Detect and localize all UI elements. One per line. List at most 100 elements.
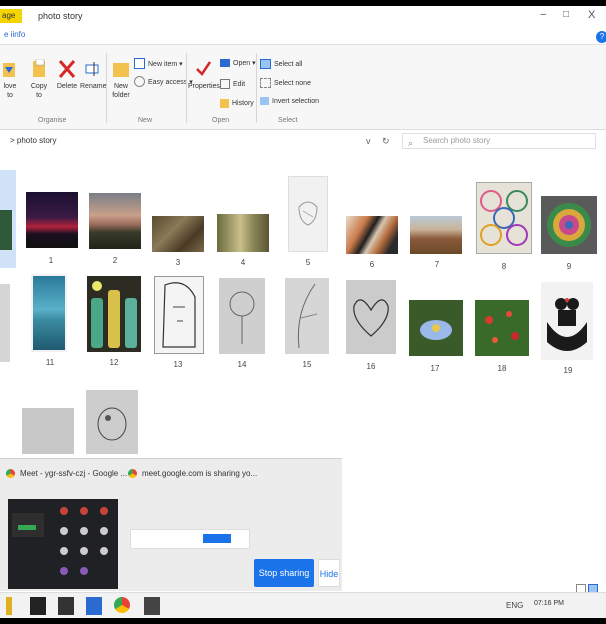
language-indicator[interactable]: ENG bbox=[506, 601, 523, 610]
separator bbox=[186, 53, 187, 123]
chrome-icon bbox=[6, 469, 15, 478]
chrome-icon[interactable] bbox=[114, 597, 130, 613]
ribbon-tabs: e iinfo ? bbox=[0, 28, 606, 44]
address-bar: > photo story v ↻ ⌕ Search photo story bbox=[0, 130, 606, 152]
close-button[interactable]: X bbox=[588, 9, 595, 21]
invert-selection-icon bbox=[260, 97, 269, 105]
search-icon: ⌕ bbox=[408, 138, 414, 148]
move-to-icon bbox=[3, 63, 15, 77]
chrome-icon bbox=[128, 469, 137, 478]
file-thumbnail[interactable] bbox=[31, 274, 67, 352]
rename-button[interactable]: Rename bbox=[80, 59, 107, 91]
new-group-label: New bbox=[138, 117, 153, 124]
easy-access-icon bbox=[134, 76, 145, 87]
select-all-button[interactable]: Select all bbox=[260, 59, 302, 69]
delete-icon bbox=[58, 60, 76, 78]
hide-button[interactable]: Hide bbox=[318, 559, 340, 587]
file-thumbnail[interactable] bbox=[87, 276, 141, 352]
app-l-icon[interactable] bbox=[86, 597, 102, 615]
organise-group-label: Organise bbox=[38, 117, 67, 124]
sketch-image bbox=[298, 201, 318, 226]
clock[interactable]: 07:16 PM bbox=[534, 600, 564, 607]
start-icon[interactable] bbox=[6, 597, 12, 615]
minimize-button[interactable]: − bbox=[540, 9, 546, 21]
file-name: 18 bbox=[497, 364, 507, 373]
select-none-button[interactable]: Select none bbox=[260, 78, 311, 88]
search-input[interactable]: ⌕ Search photo story bbox=[402, 133, 596, 149]
file-thumbnail-partial[interactable] bbox=[0, 284, 10, 362]
file-thumbnail[interactable] bbox=[409, 300, 463, 356]
maximize-button[interactable]: □ bbox=[563, 9, 569, 20]
file-name: 3 bbox=[175, 258, 181, 267]
file-thumbnail[interactable] bbox=[152, 216, 204, 252]
file-name: 16 bbox=[366, 362, 376, 371]
new-folder-label: New folder bbox=[112, 83, 130, 99]
invert-selection-button[interactable]: Invert selection bbox=[260, 97, 319, 105]
invert-selection-label: Invert selection bbox=[272, 97, 320, 105]
rename-label: Rename bbox=[80, 83, 107, 90]
file-thumbnail[interactable] bbox=[217, 214, 269, 252]
delete-button[interactable]: Delete bbox=[55, 59, 79, 91]
file-thumbnail[interactable] bbox=[154, 276, 204, 354]
mail-icon[interactable] bbox=[58, 597, 74, 615]
window-title: photo story bbox=[38, 11, 83, 21]
file-thumbnail[interactable] bbox=[475, 300, 529, 356]
file-thumbnail[interactable] bbox=[86, 390, 138, 454]
file-thumbnail[interactable] bbox=[26, 192, 78, 248]
ribbon-tab[interactable]: e iinfo bbox=[4, 30, 25, 39]
easy-access-button[interactable]: Easy access ▾ bbox=[134, 76, 193, 87]
move-to-button[interactable]: love to bbox=[0, 59, 20, 100]
edit-icon bbox=[220, 79, 230, 89]
new-item-button[interactable]: New item ▾ bbox=[134, 58, 183, 69]
ribbon: love to Copy to Delete Rename Organise N… bbox=[0, 44, 606, 130]
file-thumbnail[interactable] bbox=[410, 216, 462, 254]
screen: age photo story − □ X e iinfo ? love to … bbox=[0, 6, 606, 618]
silhouette-image bbox=[547, 298, 587, 351]
file-thumbnail[interactable] bbox=[89, 193, 141, 249]
file-name: 1 bbox=[48, 256, 54, 265]
file-thumbnail[interactable] bbox=[346, 216, 398, 254]
open-button[interactable]: Open ▾ bbox=[220, 59, 256, 67]
store-icon[interactable] bbox=[30, 597, 46, 615]
select-none-label: Select none bbox=[274, 79, 311, 87]
new-folder-button[interactable]: New folder bbox=[110, 59, 132, 100]
file-thumbnail[interactable] bbox=[346, 280, 396, 354]
search-placeholder: Search photo story bbox=[423, 136, 491, 145]
history-button[interactable]: History bbox=[220, 99, 254, 108]
photos-icon[interactable] bbox=[144, 597, 160, 615]
select-all-icon bbox=[260, 59, 271, 69]
quick-access-tag[interactable]: age bbox=[0, 9, 22, 23]
copy-to-icon bbox=[33, 59, 45, 77]
refresh-button[interactable]: ↻ bbox=[382, 136, 390, 147]
help-icon[interactable]: ? bbox=[596, 31, 606, 43]
file-thumbnail-partial[interactable] bbox=[0, 170, 16, 268]
edit-label: Edit bbox=[233, 80, 246, 88]
move-to-label: love to bbox=[3, 83, 17, 99]
file-name: 17 bbox=[430, 364, 440, 373]
edit-button[interactable]: Edit bbox=[220, 79, 245, 89]
properties-button[interactable]: Properties bbox=[188, 59, 220, 91]
copy-to-button[interactable]: Copy to bbox=[28, 59, 50, 100]
sharing-tab[interactable]: meet.google.com is sharing yo... bbox=[128, 469, 257, 478]
file-thumbnail[interactable] bbox=[288, 176, 328, 252]
file-thumbnail[interactable] bbox=[476, 182, 532, 254]
separator bbox=[106, 53, 107, 123]
file-name: 6 bbox=[369, 260, 375, 269]
file-thumbnail[interactable] bbox=[541, 196, 597, 254]
file-thumbnail[interactable] bbox=[285, 278, 329, 354]
folder-icon bbox=[113, 63, 129, 77]
new-item-icon bbox=[134, 58, 145, 69]
stop-sharing-button[interactable]: Stop sharing bbox=[254, 559, 314, 587]
history-label: History bbox=[232, 100, 254, 107]
file-thumbnail[interactable] bbox=[219, 278, 265, 354]
file-thumbnail[interactable] bbox=[22, 408, 74, 454]
flower-sketch-image bbox=[229, 291, 255, 344]
select-all-label: Select all bbox=[274, 60, 303, 68]
meet-tab[interactable]: Meet - ygr-ssfv-czj - Google ... bbox=[6, 469, 127, 478]
breadcrumb[interactable]: > photo story bbox=[10, 136, 56, 145]
copy-to-label: Copy to bbox=[30, 83, 48, 99]
recent-locations-dropdown[interactable]: v bbox=[366, 136, 371, 146]
separator bbox=[256, 53, 257, 123]
file-name: 12 bbox=[109, 358, 119, 367]
file-thumbnail[interactable] bbox=[541, 282, 593, 360]
